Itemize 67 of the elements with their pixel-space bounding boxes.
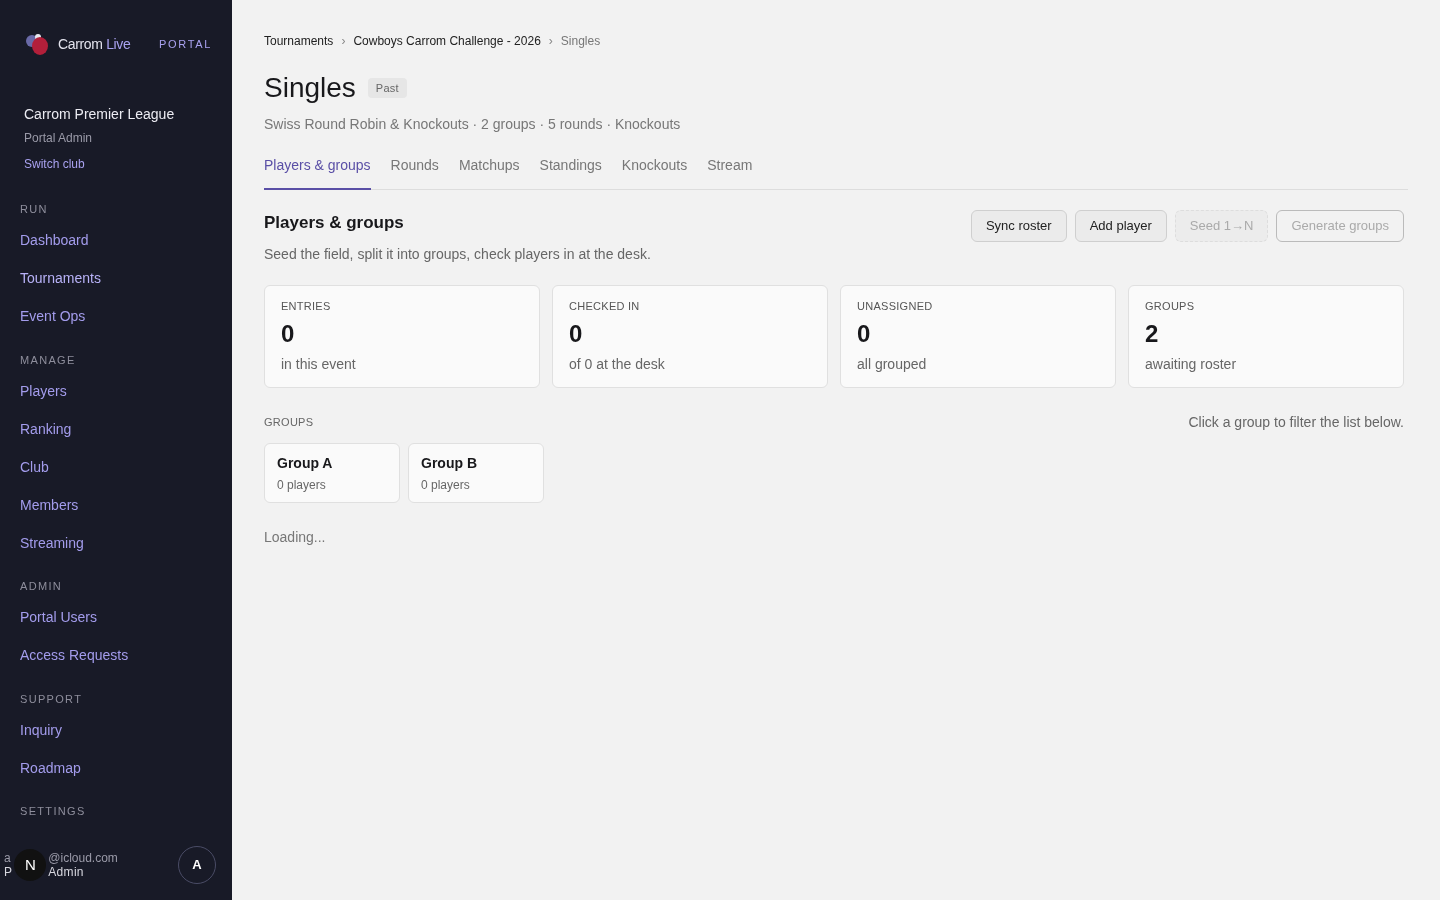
section-title: Players & groups xyxy=(264,212,405,234)
overlay-badge: N xyxy=(14,849,47,881)
stat-value: 2 xyxy=(1145,319,1160,349)
nav-item[interactable]: Roadmap xyxy=(20,749,216,787)
club-role: Portal Admin xyxy=(24,130,94,147)
nav-section-heading: RUN xyxy=(20,202,49,217)
status-badge: Past xyxy=(367,77,407,99)
nav-item[interactable]: Access Requests xyxy=(20,636,216,675)
stat-label: ENTRIES xyxy=(281,298,332,314)
user-role-fragment: P xyxy=(4,865,13,879)
nav-item[interactable]: Ranking xyxy=(20,410,216,448)
nav-section-heading: MANAGE xyxy=(20,352,77,368)
stat-value: 0 xyxy=(281,319,296,349)
nav-section-heading: ADMIN xyxy=(20,579,64,594)
stat-note: awaiting roster xyxy=(1145,355,1238,374)
tab[interactable]: Knockouts xyxy=(621,155,688,190)
stat-value: 0 xyxy=(569,319,584,349)
portal-label: PORTAL xyxy=(159,36,212,52)
nav-section-heading: SUPPORT xyxy=(20,691,84,707)
nav-item[interactable]: Club xyxy=(20,448,216,486)
event-subtitle: Swiss Round Robin & Knockouts · 2 groups · 5 rounds · Knockouts xyxy=(264,115,682,134)
nav-item[interactable]: Players xyxy=(20,372,216,410)
groups-hint: Click a group to filter the list below. xyxy=(1188,413,1404,432)
action-button[interactable]: Sync roster xyxy=(970,210,1067,242)
logo-icon xyxy=(24,32,50,56)
group-card[interactable]: Group B 0 players xyxy=(408,443,544,503)
section-description: Seed the field, split it into groups, check players in at the desk. xyxy=(264,244,651,264)
nav-item[interactable]: Tournaments xyxy=(20,259,216,298)
stat-label: UNASSIGNED xyxy=(857,298,934,314)
stat-note: in this event xyxy=(281,355,357,374)
breadcrumb-link[interactable]: Cowboys Carrom Challenge - 2026 xyxy=(353,32,541,50)
group-name: Group B xyxy=(421,453,477,473)
group-name: Group A xyxy=(277,453,333,473)
tab[interactable]: Players & groups xyxy=(264,155,371,190)
stat-label: GROUPS xyxy=(1145,298,1196,314)
loading-text: Loading... xyxy=(264,528,327,547)
club-name: Carrom Premier League xyxy=(24,105,176,124)
page-title: Singles xyxy=(264,71,356,105)
stat-label: CHECKED IN xyxy=(569,298,641,314)
tab[interactable]: Stream xyxy=(707,155,753,190)
tab[interactable]: Rounds xyxy=(390,155,439,190)
nav-item[interactable]: Portal Users xyxy=(20,598,216,637)
user-email-fragment: a xyxy=(4,851,12,865)
breadcrumb-current: Singles xyxy=(560,33,601,50)
group-count: 0 players xyxy=(277,476,326,494)
breadcrumb-separator: › xyxy=(548,33,553,50)
tab[interactable]: Standings xyxy=(539,155,602,190)
switch-club-link[interactable]: Switch club xyxy=(24,155,216,173)
nav-item[interactable]: Members xyxy=(20,486,216,524)
brand-name: Carrom Live xyxy=(58,34,131,54)
group-card[interactable]: Group A 0 players xyxy=(264,443,400,503)
group-count: 0 players xyxy=(421,476,470,494)
action-button[interactable]: Add player xyxy=(1074,210,1167,242)
nav-item[interactable]: Streaming xyxy=(20,524,216,562)
tab[interactable]: Matchups xyxy=(458,155,520,190)
stat-value: 0 xyxy=(857,319,872,349)
breadcrumb-separator: › xyxy=(341,33,346,50)
nav-item[interactable]: Dashboard xyxy=(20,221,216,260)
nav-item[interactable]: Event Ops xyxy=(20,297,216,336)
user-email: @icloud.com xyxy=(48,851,118,865)
stat-note: all grouped xyxy=(857,355,928,374)
nav-item[interactable]: Inquiry xyxy=(20,711,216,749)
user-role: Admin xyxy=(48,865,85,879)
groups-heading: GROUPS xyxy=(264,415,314,431)
breadcrumb-link[interactable]: Tournaments xyxy=(264,32,334,50)
stat-note: of 0 at the desk xyxy=(569,355,666,374)
nav-section-heading: SETTINGS xyxy=(20,804,87,819)
